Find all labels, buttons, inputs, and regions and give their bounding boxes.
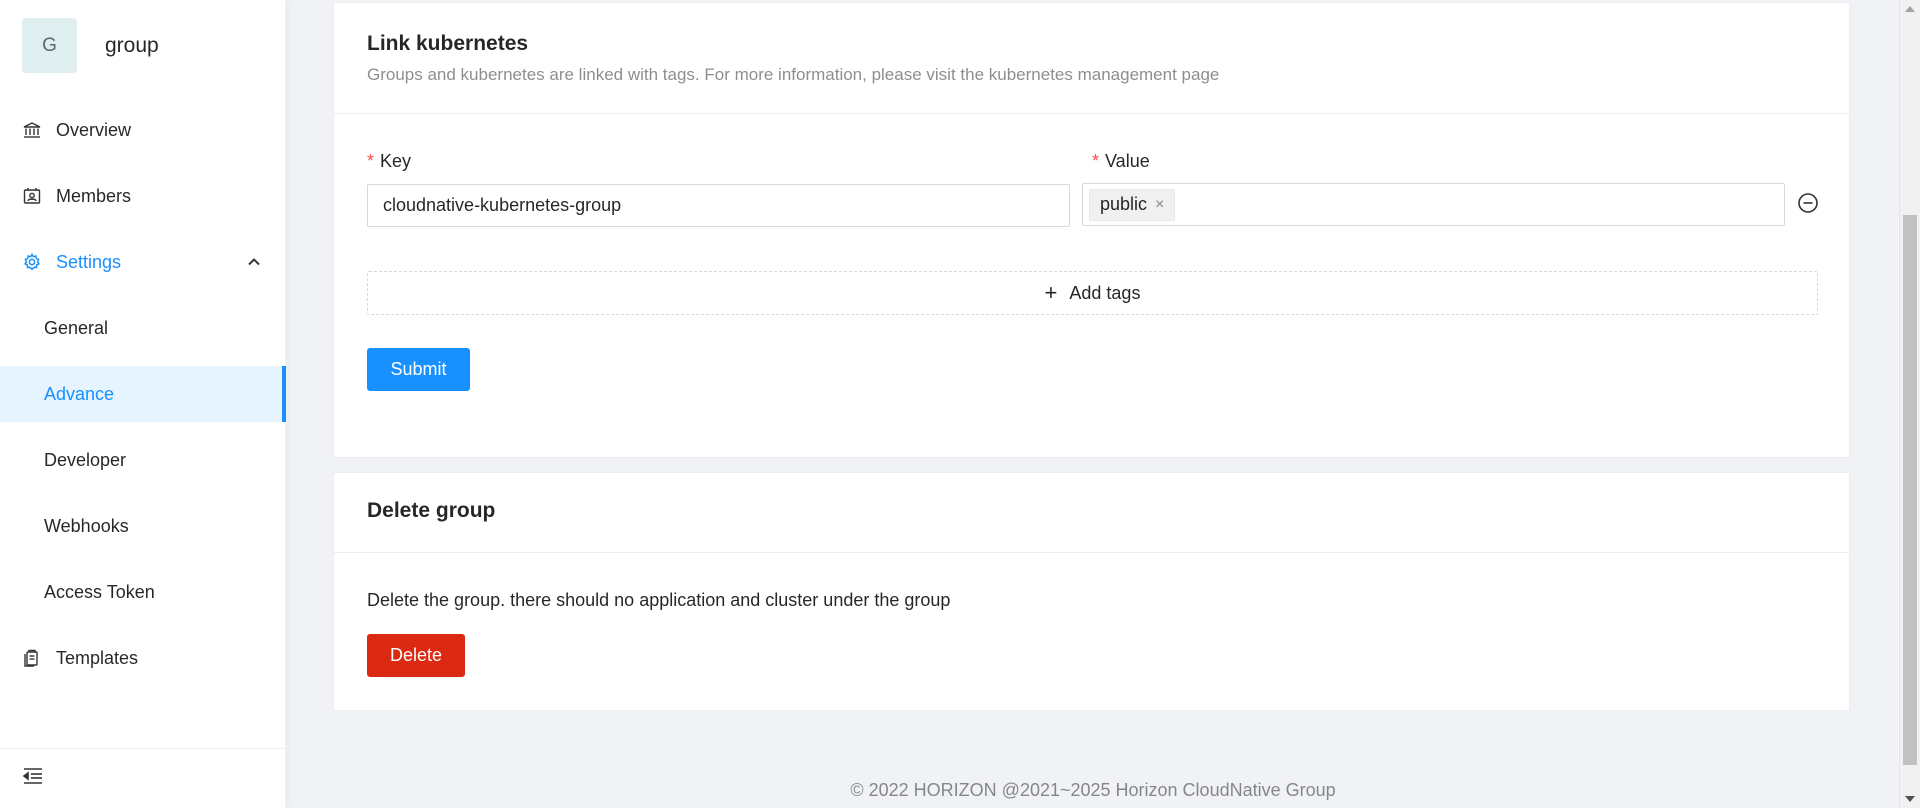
card-title: Delete group [367, 499, 496, 522]
sidebar-item-label: General [44, 317, 109, 338]
card-header: Link kubernetes Groups and kubernetes ar… [334, 3, 1849, 114]
sidebar-item-label: Developer [44, 449, 127, 470]
delete-group-card: Delete group Delete the group. there sho… [333, 472, 1850, 711]
sidebar-item-label: Webhooks [44, 515, 129, 536]
link-kubernetes-card: Link kubernetes Groups and kubernetes ar… [333, 2, 1850, 458]
sidebar-item-webhooks[interactable]: Webhooks [0, 498, 286, 554]
app-layout: G group Overview Members Settings Genera… [0, 0, 1920, 808]
sidebar-item-label: Members [56, 185, 132, 206]
sidebar-item-advance[interactable]: Advance [0, 366, 286, 422]
sidebar-item-settings[interactable]: Settings [0, 234, 286, 290]
tag-close-icon[interactable]: × [1155, 196, 1164, 214]
sidebar-item-label: Advance [44, 383, 115, 404]
key-label-text: Key [380, 151, 412, 171]
value-label: * Value [1092, 151, 1150, 172]
key-input[interactable]: cloudnative-kubernetes-group [367, 184, 1070, 227]
snippets-icon [22, 648, 42, 668]
sidebar-item-label: Settings [56, 251, 122, 272]
sidebar-item-overview[interactable]: Overview [0, 102, 286, 158]
add-tags-label: Add tags [1069, 282, 1141, 303]
value-tag: public × [1089, 188, 1176, 221]
sidebar-item-access-token[interactable]: Access Token [0, 564, 286, 620]
delete-button[interactable]: Delete [367, 634, 465, 677]
add-tags-button[interactable]: + Add tags [367, 271, 1818, 315]
main-content: Link kubernetes Groups and kubernetes ar… [287, 0, 1899, 808]
card-header: Delete group [334, 473, 1849, 553]
bank-icon [22, 120, 42, 140]
card-description: Groups and kubernetes are linked with ta… [367, 65, 1220, 84]
sidebar-item-general[interactable]: General [0, 300, 286, 356]
group-header: G group [22, 18, 159, 73]
sidebar-item-developer[interactable]: Developer [0, 432, 286, 488]
page-footer: © 2022 HORIZON @2021~2025 Horizon CloudN… [287, 780, 1899, 801]
value-label-text: Value [1105, 151, 1150, 171]
contacts-icon [22, 186, 42, 206]
card-title: Link kubernetes [367, 32, 529, 55]
scroll-down-icon[interactable] [1905, 796, 1915, 802]
footer-text: 2022 HORIZON @2021~2025 Horizon CloudNat… [868, 780, 1336, 800]
key-label: * Key [367, 151, 411, 172]
sidebar-item-label: Templates [56, 647, 139, 668]
group-avatar: G [22, 18, 77, 73]
menu-fold-icon [22, 767, 44, 790]
plus-icon: + [1044, 280, 1058, 305]
sidebar-item-templates[interactable]: Templates [0, 630, 286, 686]
value-select[interactable]: public × [1082, 183, 1785, 226]
sidebar: G group Overview Members Settings Genera… [0, 0, 286, 808]
group-name: group [105, 33, 159, 57]
vertical-scrollbar[interactable] [1899, 0, 1920, 808]
minus-circle-icon[interactable] [1797, 192, 1819, 214]
gear-icon [22, 252, 42, 272]
sidebar-item-label: Access Token [44, 581, 155, 602]
sidebar-item-label: Overview [56, 119, 132, 140]
delete-description: Delete the group. there should no applic… [367, 590, 951, 610]
copyright-icon: © [850, 780, 864, 800]
sidebar-collapse-button[interactable] [0, 748, 286, 808]
chevron-up-icon [246, 254, 262, 270]
required-mark: * [367, 151, 375, 171]
value-tag-label: public [1100, 194, 1148, 214]
required-mark: * [1092, 151, 1100, 171]
submit-button[interactable]: Submit [367, 348, 470, 391]
scroll-thumb[interactable] [1903, 215, 1917, 765]
sidebar-item-members[interactable]: Members [0, 168, 286, 224]
scroll-up-icon[interactable] [1905, 6, 1915, 12]
